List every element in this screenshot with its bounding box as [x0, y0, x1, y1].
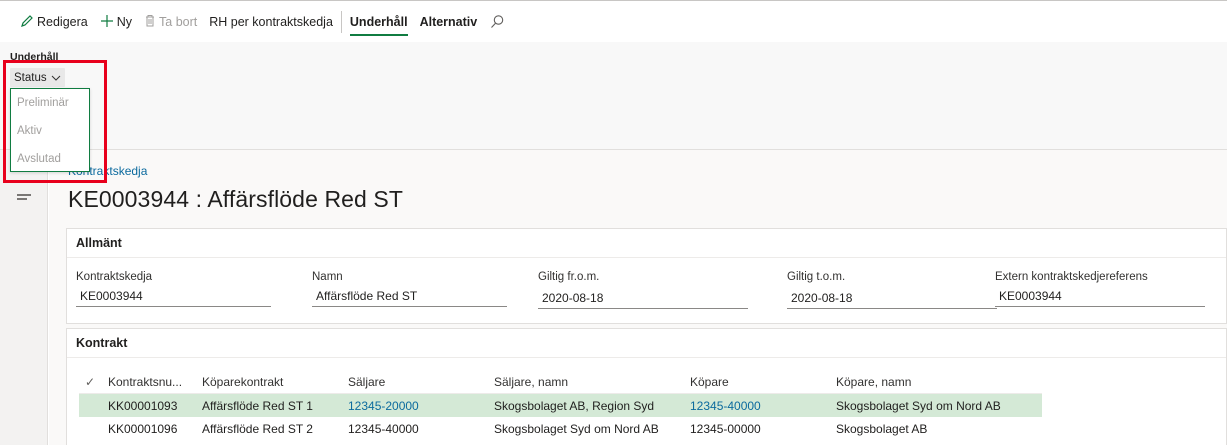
cell-buyer-link[interactable]: 12345-40000 [686, 399, 832, 413]
field-name: Namn Affärsflöde Red ST [312, 271, 507, 307]
general-section: Allmänt Kontraktskedja KE0003944 Namn Af… [66, 228, 1227, 324]
cell-seller-name[interactable]: Skogsbolaget Syd om Nord AB [490, 422, 686, 436]
new-label: Ny [116, 14, 133, 29]
cell-seller[interactable]: 12345-40000 [344, 422, 490, 436]
field-external-reference: Extern kontraktskedjereferens KE0003944 [995, 271, 1205, 307]
field-valid-to: Giltig t.o.m. 2020-08-18 [787, 271, 997, 309]
contracts-section: Kontrakt ✓ Kontraktsnu... Köparekontrakt… [66, 328, 1227, 445]
ribbon-panel: Underhåll Status Preliminär Aktiv Avslut… [0, 42, 1227, 172]
tab-options[interactable]: Alternativ [414, 7, 484, 37]
column-header-buyer-name[interactable]: Köpare, namn [832, 375, 1042, 389]
column-header-seller[interactable]: Säljare [344, 375, 490, 389]
column-header-seller-name[interactable]: Säljare, namn [490, 375, 686, 389]
list-icon[interactable] [17, 194, 31, 204]
external-reference-field[interactable]: KE0003944 [995, 287, 1205, 307]
pencil-icon [20, 14, 34, 30]
rh-per-chain-label: RH per kontraktskedja [209, 14, 333, 29]
cell-seller-link[interactable]: 12345-20000 [344, 399, 490, 413]
cell-seller-name[interactable]: Skogsbolaget AB, Region Syd [490, 399, 686, 413]
name-field[interactable]: Affärsflöde Red ST [312, 287, 507, 307]
contract-chain-field[interactable]: KE0003944 [76, 287, 271, 307]
table-row[interactable]: KK00001096 Affärsflöde Red ST 2 12345-40… [79, 417, 1042, 440]
cell-contract-number[interactable]: KK00001093 [102, 399, 198, 413]
cell-buyer-contract[interactable]: Affärsflöde Red ST 1 [198, 399, 344, 413]
cell-buyer-name[interactable]: Skogsbolaget Syd om Nord AB [832, 399, 1042, 413]
valid-from-field[interactable]: 2020-08-18 [538, 287, 748, 309]
divider [340, 10, 342, 33]
new-button[interactable]: Ny [94, 7, 138, 37]
main-content: Kontraktskedja KE0003944 : Affärsflöde R… [49, 150, 1227, 445]
rh-per-chain-button[interactable]: RH per kontraktskedja [203, 7, 339, 37]
field-contract-chain: Kontraktskedja KE0003944 [76, 271, 271, 307]
page-title: KE0003944 : Affärsflöde Red ST [68, 186, 404, 212]
delete-label: Ta bort [159, 14, 198, 29]
contracts-section-header[interactable]: Kontrakt [67, 329, 1226, 358]
column-header-contract-number[interactable]: Kontraktsnu... [102, 375, 198, 389]
field-label: Giltig fr.o.m. [538, 271, 600, 283]
column-header-buyer-contract[interactable]: Köparekontrakt [198, 375, 344, 389]
left-rail [0, 150, 48, 445]
edit-button[interactable]: Redigera [14, 7, 94, 37]
grid-header-row: ✓ Kontraktsnu... Köparekontrakt Säljare … [79, 370, 1042, 394]
contracts-grid: ✓ Kontraktsnu... Köparekontrakt Säljare … [79, 370, 1042, 440]
chevron-down-icon [51, 75, 60, 81]
column-header-buyer[interactable]: Köpare [686, 375, 832, 389]
cell-buyer[interactable]: 12345-00000 [686, 422, 832, 436]
status-dropdown-button[interactable]: Status [10, 68, 65, 87]
status-menu-item-preliminary[interactable]: Preliminär [11, 89, 89, 117]
edit-label: Redigera [37, 14, 88, 29]
tab-maintenance[interactable]: Underhåll [344, 7, 414, 37]
valid-to-field[interactable]: 2020-08-18 [787, 287, 997, 309]
select-all-checkmark-icon[interactable]: ✓ [79, 375, 102, 389]
delete-button[interactable]: Ta bort [138, 7, 203, 37]
status-menu-item-closed[interactable]: Avslutad [11, 145, 89, 173]
field-label: Namn [312, 271, 343, 283]
tab-maintenance-label: Underhåll [349, 14, 408, 29]
status-button-label: Status [14, 71, 47, 84]
status-menu-item-active[interactable]: Aktiv [11, 117, 89, 145]
field-label: Extern kontraktskedjereferens [995, 271, 1148, 283]
cell-contract-number[interactable]: KK00001096 [102, 422, 198, 436]
field-valid-from: Giltig fr.o.m. 2020-08-18 [538, 271, 748, 309]
field-label: Kontraktskedja [76, 271, 153, 283]
cell-buyer-name[interactable]: Skogsbolaget AB [832, 422, 1042, 436]
tab-options-label: Alternativ [419, 14, 478, 29]
plus-icon [100, 14, 114, 30]
table-row[interactable]: KK00001093 Affärsflöde Red ST 1 12345-20… [79, 394, 1042, 417]
cell-buyer-contract[interactable]: Affärsflöde Red ST 2 [198, 422, 344, 436]
trash-icon [144, 14, 156, 29]
ribbon-group-title: Underhåll [10, 51, 59, 63]
action-pane: Redigera Ny Ta bort RH per kontraktskedj… [0, 0, 1227, 42]
general-section-header[interactable]: Allmänt [67, 229, 1226, 258]
search-icon[interactable] [489, 14, 505, 30]
status-menu: Preliminär Aktiv Avslutad [10, 88, 90, 172]
field-label: Giltig t.o.m. [787, 271, 846, 283]
